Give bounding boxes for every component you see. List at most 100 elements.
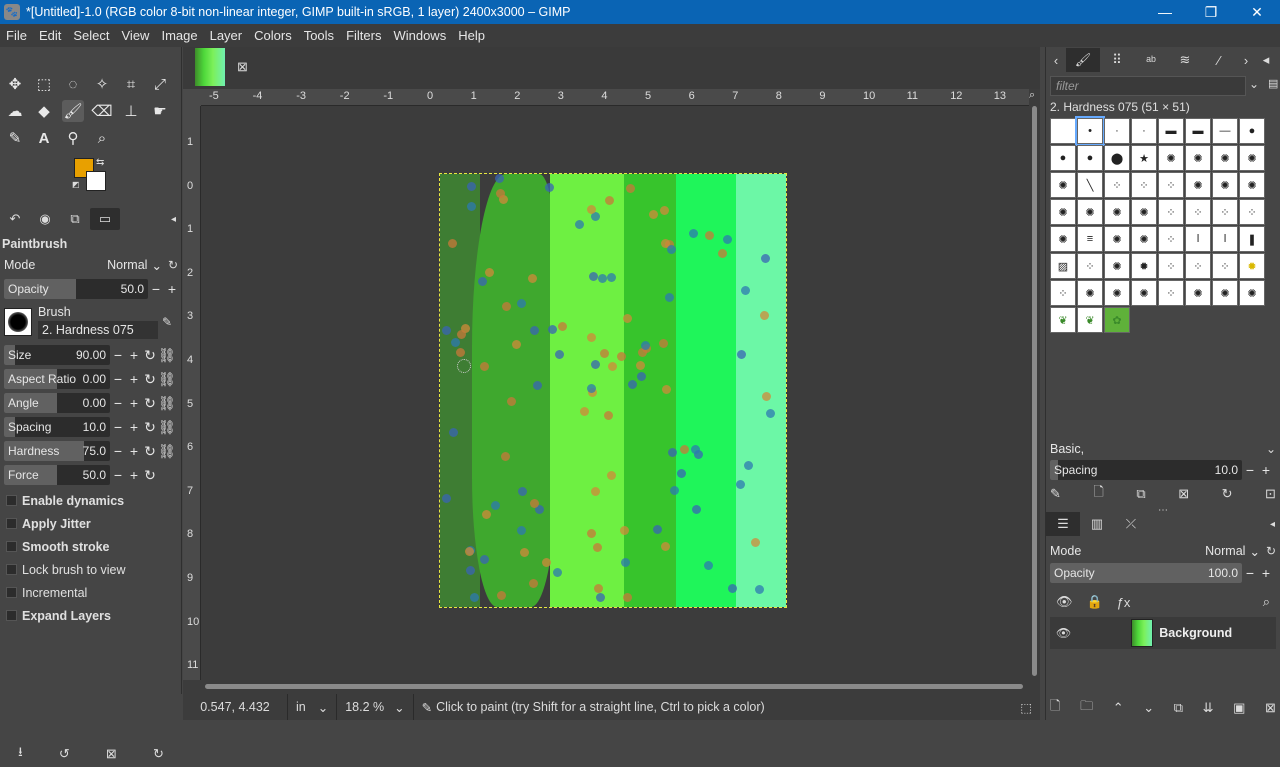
chain-link-icon[interactable]: ⛓ [158, 395, 176, 412]
brush-cell[interactable]: ⁘ [1158, 199, 1184, 225]
brush-cell[interactable]: ⁘ [1185, 253, 1211, 279]
gradients-tab-icon[interactable]: ≋ [1168, 48, 1202, 72]
brush-cell[interactable]: ⁘ [1077, 253, 1103, 279]
tag-icon[interactable]: ▤ [1268, 77, 1278, 90]
brush-cell[interactable]: ✺ [1050, 199, 1076, 225]
restore-preset-icon[interactable]: ↺ [59, 746, 70, 762]
option-checkbox[interactable]: Incremental [0, 581, 182, 604]
plus-icon[interactable]: + [126, 371, 142, 387]
default-colors-icon[interactable]: ◩ [72, 180, 80, 189]
brush-name[interactable]: 2. Hardness 075 [38, 321, 158, 339]
brush-cell[interactable]: ✺ [1131, 226, 1157, 252]
vertical-ruler[interactable]: 1 0 1 2 3 4 5 6 7 8 9 10 11 [183, 106, 201, 680]
menu-layer[interactable]: Layer [204, 28, 249, 43]
brush-cell[interactable]: ✹ [1131, 253, 1157, 279]
checkbox-icon[interactable] [6, 541, 17, 552]
vertical-scrollbar[interactable] [1029, 106, 1040, 680]
brush-preset-selector[interactable]: Basic, ⌄ [1050, 439, 1276, 459]
brush-option-slider[interactable]: Angle 0.00 [4, 393, 110, 413]
device-status-tab-icon[interactable]: ◉ [30, 208, 60, 230]
move-tool-icon[interactable]: ✥ [4, 73, 26, 95]
chain-link-icon[interactable]: ⛓ [158, 371, 176, 388]
brush-cell[interactable]: ✺ [1212, 280, 1238, 306]
restore-button[interactable]: ❐ [1188, 0, 1234, 24]
layer-opacity-slider[interactable]: Opacity 100.0 [1050, 563, 1242, 583]
brush-cell[interactable]: ✺ [1104, 226, 1130, 252]
opacity-slider[interactable]: Opacity 50.0 [4, 279, 148, 299]
canvas-area[interactable]: -5 -4 -3 -2 -1 0 1 2 3 4 5 6 7 8 9 10 11 12 13 ⌕ 101234567… [183, 89, 1040, 694]
reset-mode-icon[interactable]: ↻ [168, 258, 178, 272]
tool-options-tab-icon[interactable]: ▭ [90, 208, 120, 230]
brush-cell[interactable]: ✺ [1185, 172, 1211, 198]
delete-layer-icon[interactable]: ⊠ [1265, 700, 1276, 716]
zoom-selector[interactable]: 18.2 % ⌄ [336, 694, 412, 720]
menu-help[interactable]: Help [452, 28, 491, 43]
reset-icon[interactable]: ↻ [142, 371, 158, 388]
plus-icon[interactable]: + [126, 347, 142, 363]
brush-cell[interactable]: ✺ [1131, 280, 1157, 306]
option-checkbox[interactable]: Smooth stroke [0, 535, 182, 558]
menu-edit[interactable]: Edit [33, 28, 67, 43]
bucket-fill-tool-icon[interactable]: ◆ [33, 100, 55, 122]
plus-icon[interactable]: + [126, 443, 142, 459]
eye-icon[interactable]: 👁 [1056, 626, 1071, 640]
brush-cell[interactable]: ǀ [1185, 226, 1211, 252]
option-checkbox[interactable]: Lock brush to view [0, 558, 182, 581]
images-tab-icon[interactable]: ⧉ [60, 208, 90, 230]
minus-icon[interactable]: − [110, 443, 126, 459]
reset-icon[interactable]: ↻ [142, 347, 158, 364]
brush-cell[interactable]: ✺ [1239, 145, 1265, 171]
minimize-button[interactable]: — [1142, 0, 1188, 24]
brush-cell[interactable]: ✺ [1077, 199, 1103, 225]
brush-cell[interactable]: — [1212, 118, 1238, 144]
brush-cell[interactable]: ✺ [1104, 280, 1130, 306]
checkbox-icon[interactable] [6, 610, 17, 621]
reset-icon[interactable]: ↻ [142, 443, 158, 460]
patterns-tab-icon[interactable]: ⠿ [1100, 48, 1134, 72]
rect-select-tool-icon[interactable]: ⬚ [33, 73, 55, 95]
fonts-tab-icon[interactable]: ᵃᵇ [1134, 48, 1168, 72]
duplicate-brush-icon[interactable]: ⧉ [1136, 486, 1145, 502]
brush-option-slider[interactable]: Spacing 10.0 [4, 417, 110, 437]
paths-tool-icon[interactable]: ✎ [4, 127, 26, 149]
edit-brush-icon[interactable]: ✎ [1050, 486, 1061, 502]
clone-tool-icon[interactable]: ⊥ [120, 100, 142, 122]
minus-icon[interactable]: − [148, 281, 164, 297]
reset-defaults-icon[interactable]: ↻ [153, 746, 164, 762]
brush-filter-input[interactable]: filter [1050, 76, 1246, 96]
new-layer-icon[interactable]: 🗋 [1050, 697, 1060, 719]
brush-cell[interactable]: ǀ [1212, 226, 1238, 252]
brush-spacing-slider[interactable]: Spacing 10.0 [1050, 460, 1242, 480]
brush-cell[interactable]: ⁘ [1131, 172, 1157, 198]
menu-file[interactable]: File [0, 28, 33, 43]
brush-cell[interactable] [1050, 118, 1076, 144]
menu-windows[interactable]: Windows [387, 28, 452, 43]
background-color-swatch[interactable] [86, 171, 106, 191]
open-brush-as-image-icon[interactable]: ⊡ [1265, 486, 1276, 502]
plus-icon[interactable]: + [164, 281, 180, 297]
brush-cell[interactable]: ● [1077, 145, 1103, 171]
warp-tool-icon[interactable]: ☁ [4, 100, 26, 122]
brush-cell[interactable]: ⁘ [1185, 199, 1211, 225]
brush-cell[interactable]: ╲ [1077, 172, 1103, 198]
menu-view[interactable]: View [116, 28, 156, 43]
brush-cell[interactable]: ⁘ [1104, 172, 1130, 198]
menu-image[interactable]: Image [155, 28, 203, 43]
lasso-tool-icon[interactable]: ◌ [62, 73, 84, 95]
brush-cell[interactable]: ✺ [1050, 226, 1076, 252]
brush-cell[interactable]: ✹ [1239, 253, 1265, 279]
minus-icon[interactable]: − [110, 419, 126, 435]
brush-cell[interactable]: ⬤ [1104, 145, 1130, 171]
brush-cell[interactable]: ⁘ [1158, 226, 1184, 252]
color-picker-tool-icon[interactable]: ⚲ [62, 127, 84, 149]
brush-cell[interactable]: ✺ [1131, 199, 1157, 225]
new-layer-group-icon[interactable]: 🗀 [1080, 697, 1093, 719]
menu-filters[interactable]: Filters [340, 28, 387, 43]
brush-cell[interactable]: ≡ [1077, 226, 1103, 252]
brush-cell[interactable]: ⁘ [1158, 280, 1184, 306]
merge-layer-icon[interactable]: ⇊ [1203, 700, 1214, 716]
chain-link-icon[interactable]: ⛓ [158, 419, 176, 436]
swap-colors-icon[interactable]: ⇆ [96, 157, 104, 168]
eraser-tool-icon[interactable]: ⌫ [91, 100, 113, 122]
plus-icon[interactable]: + [126, 467, 142, 483]
